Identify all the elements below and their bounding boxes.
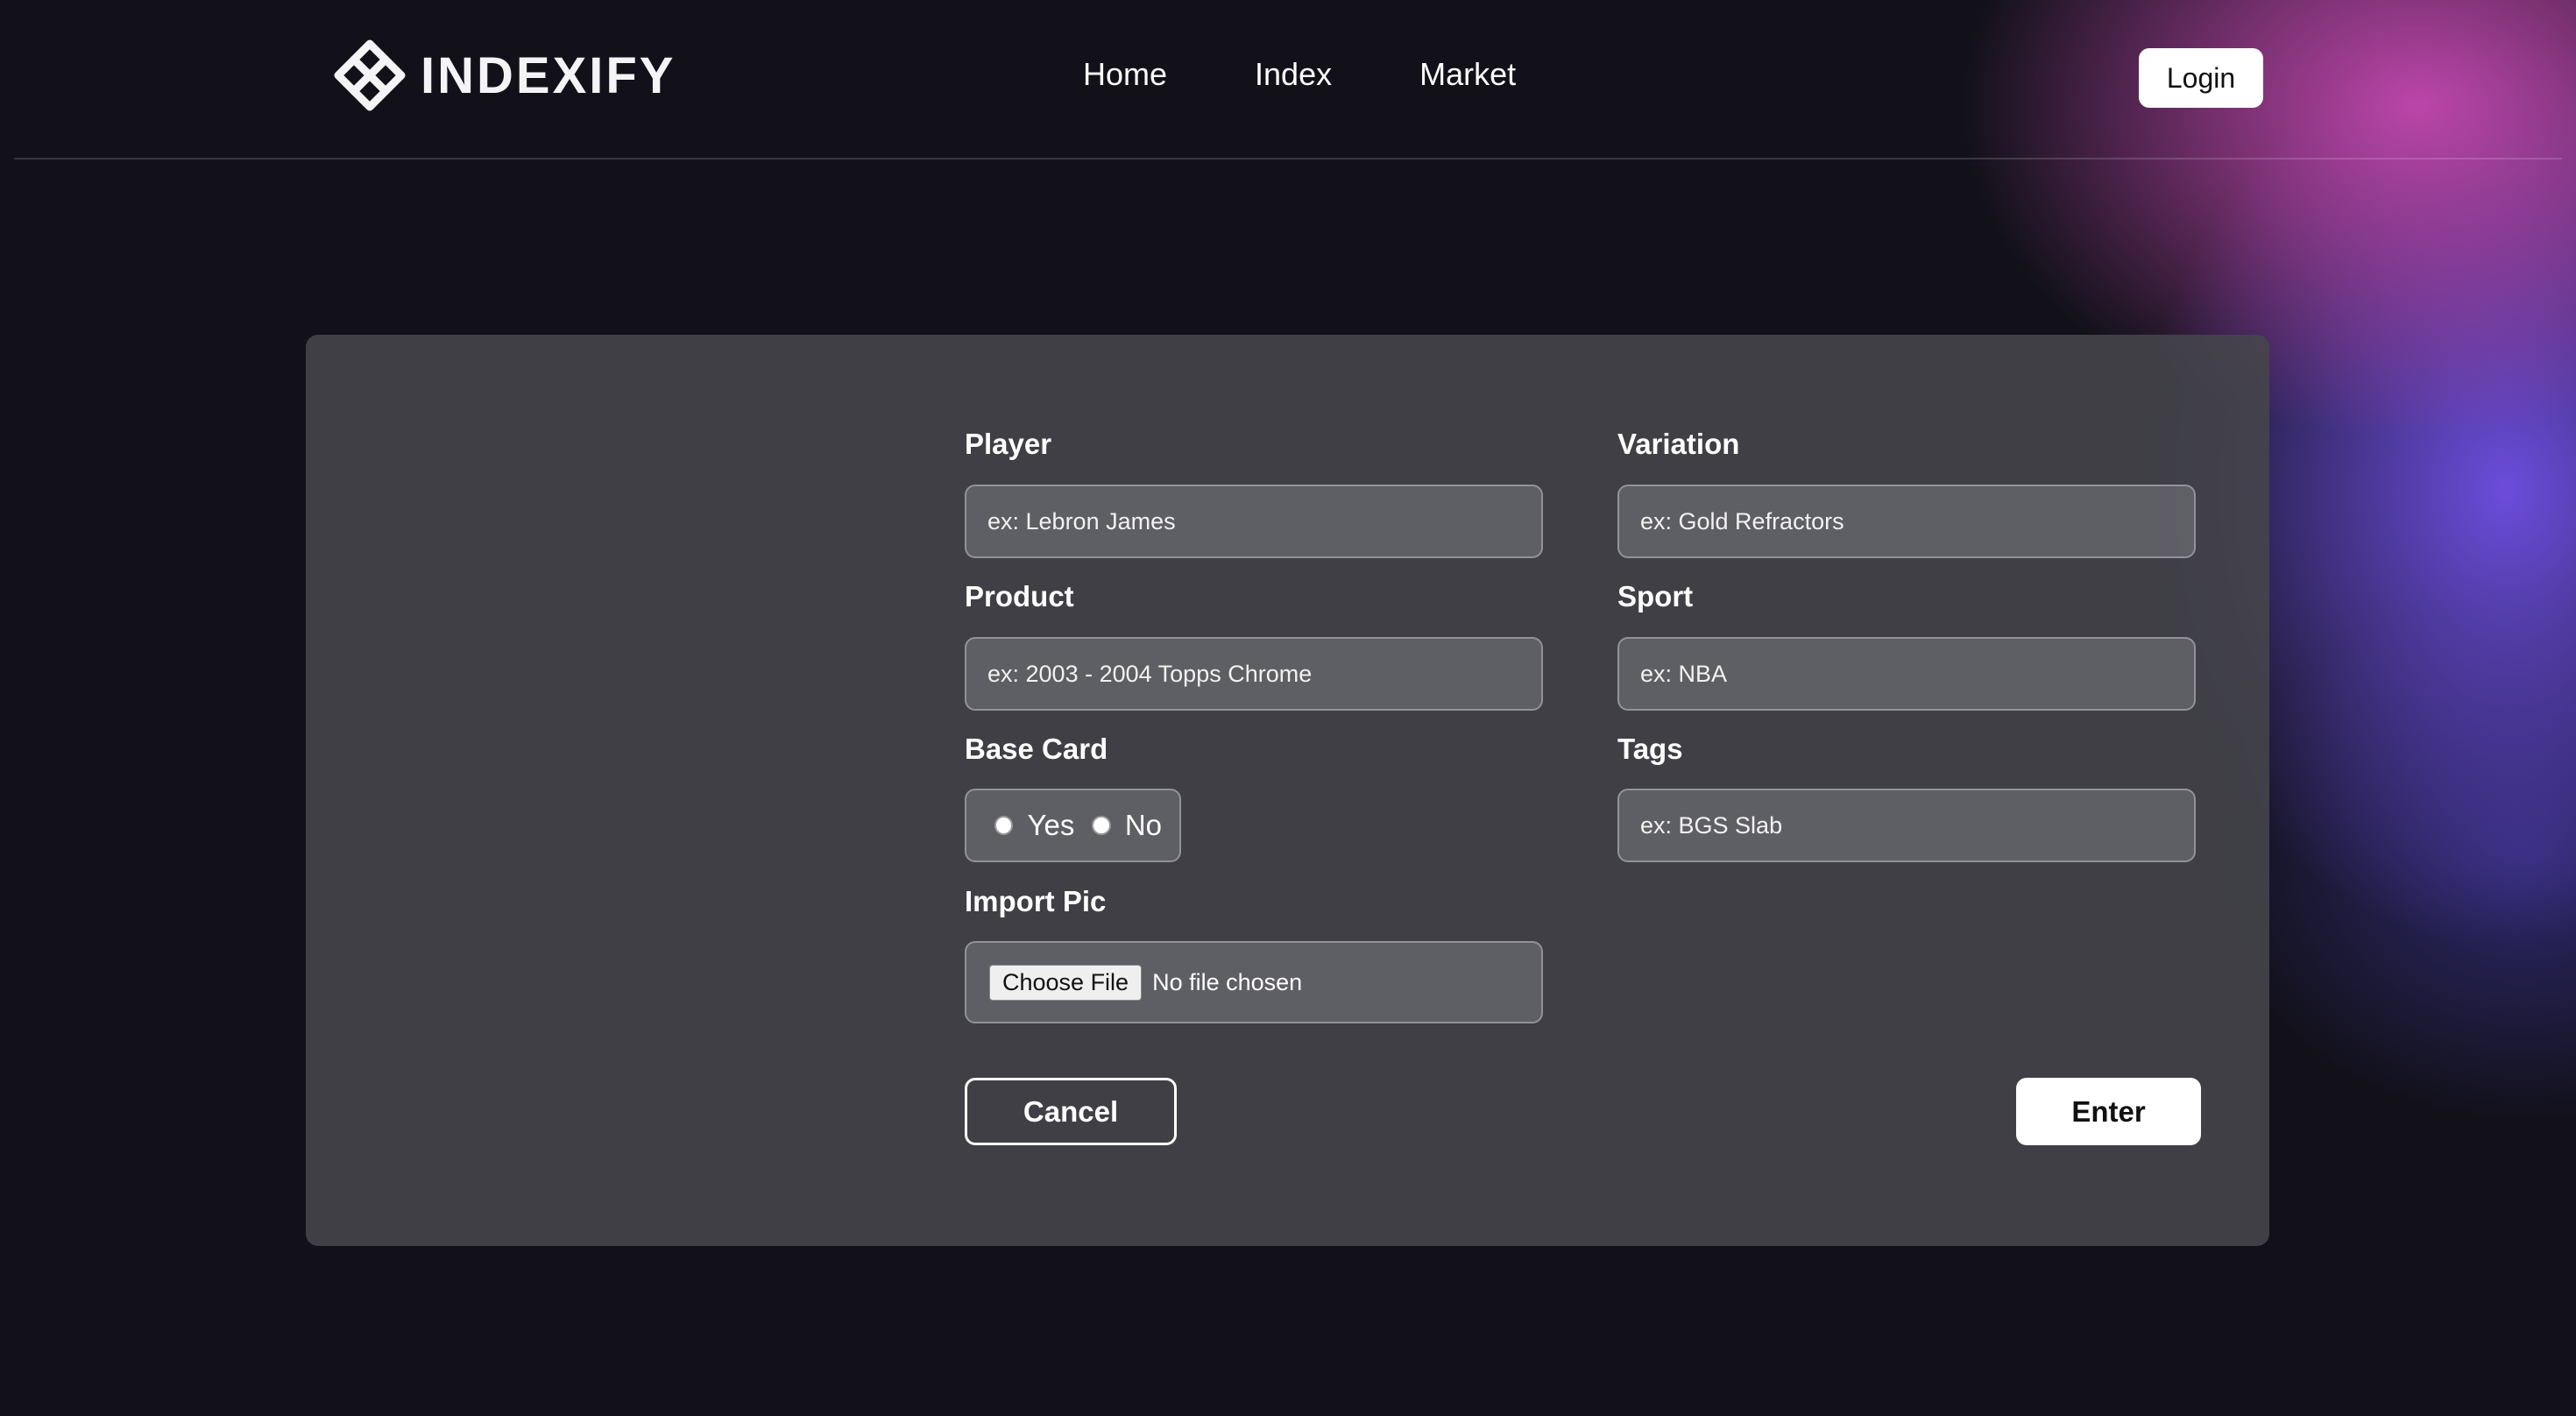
base-card-no-radio[interactable] <box>1092 816 1111 835</box>
base-card-radio-group: Yes No <box>965 789 1181 862</box>
main-nav: Home Index Market <box>1083 56 1516 93</box>
enter-button[interactable]: Enter <box>2016 1078 2201 1145</box>
choose-file-button[interactable]: Choose File <box>989 964 1143 1001</box>
sport-input[interactable] <box>1617 637 2196 711</box>
product-input[interactable] <box>965 637 1543 711</box>
product-label: Product <box>965 580 1074 612</box>
add-card-form: Player Variation Product Sport Base Card… <box>306 335 2269 1246</box>
sport-label: Sport <box>1617 580 1694 612</box>
variation-input[interactable] <box>1617 485 2196 558</box>
login-button[interactable]: Login <box>2139 48 2263 108</box>
nav-index-link[interactable]: Index <box>1255 56 1332 93</box>
brand-logo[interactable]: INDEXIFY <box>333 39 676 112</box>
interlocked-diamond-logo-icon <box>334 39 406 111</box>
base-card-yes-radio[interactable] <box>994 816 1014 835</box>
base-card-no-label[interactable]: No <box>1125 809 1162 842</box>
player-input[interactable] <box>965 485 1543 558</box>
import-pic-field: Choose File No file chosen <box>965 941 1543 1023</box>
site-header: INDEXIFY Home Index Market Login <box>0 0 2576 158</box>
import-pic-label: Import Pic <box>965 885 1107 917</box>
nav-home-link[interactable]: Home <box>1083 56 1167 93</box>
file-status-text: No file chosen <box>1152 968 1303 995</box>
tags-input[interactable] <box>1617 789 2196 862</box>
variation-label: Variation <box>1617 428 1740 460</box>
brand-name: INDEXIFY <box>421 46 676 104</box>
player-label: Player <box>965 428 1052 460</box>
header-divider <box>14 158 2562 159</box>
base-card-yes-label[interactable]: Yes <box>1027 809 1074 842</box>
tags-label: Tags <box>1617 733 1683 765</box>
base-card-label: Base Card <box>965 733 1108 765</box>
nav-market-link[interactable]: Market <box>1419 56 1516 93</box>
cancel-button[interactable]: Cancel <box>965 1078 1177 1145</box>
